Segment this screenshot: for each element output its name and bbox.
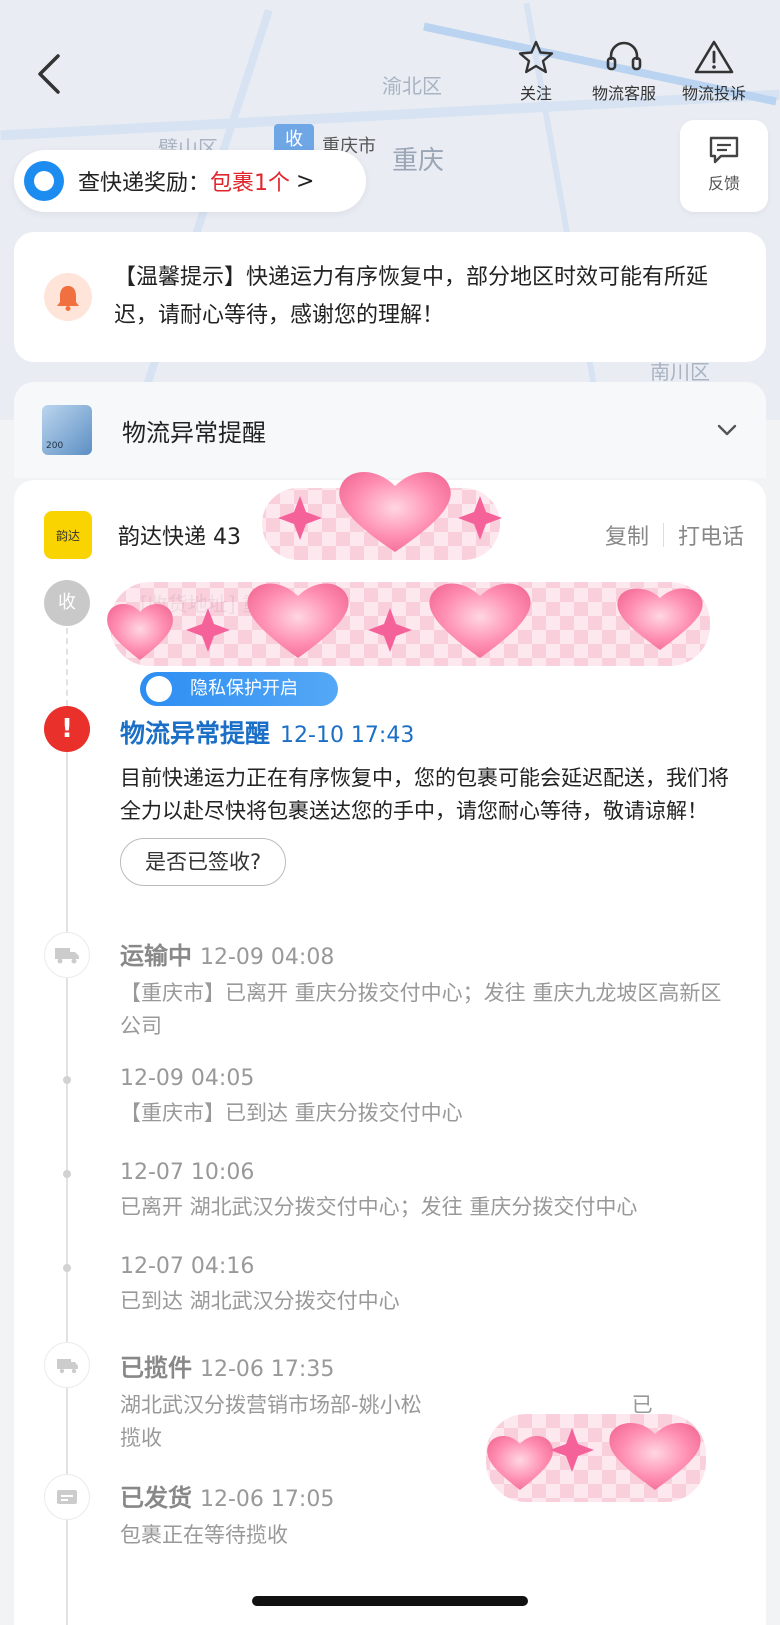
event-body: 湖北武汉分拨营销市场部-姚小松 已 揽收	[120, 1389, 730, 1455]
event-time: 12-07 10:06	[120, 1160, 255, 1185]
logistics-service-button[interactable]: 物流客服	[584, 40, 664, 104]
package-truck-icon	[44, 1342, 90, 1388]
lightning-icon	[146, 676, 172, 702]
event-item: 12-07 04:16 已到达 湖北武汉分拨交付中心	[120, 1254, 730, 1318]
signed-question-button[interactable]: 是否已签收?	[120, 838, 287, 886]
bell-icon	[44, 273, 92, 321]
feedback-label: 反馈	[707, 174, 740, 193]
product-thumbnail: 200	[42, 405, 92, 455]
notice-text: 【温馨提示】快递运力有序恢复中，部分地区时效可能有所延迟，请耐心等待，感谢您的理…	[114, 265, 709, 328]
privacy-protection-button[interactable]: 隐私保护开启	[140, 672, 338, 706]
event-header: 已揽件 12-06 17:35	[120, 1348, 730, 1383]
event-time: 12-09 04:05	[120, 1066, 255, 1091]
back-icon[interactable]	[30, 52, 70, 96]
yunda-logo: 韵达	[44, 511, 92, 559]
alert-section-title: 物流异常提醒	[122, 418, 266, 447]
event-header: 已发货 12-06 17:05	[120, 1478, 730, 1513]
receiver-badge: 收	[44, 580, 90, 626]
event-header: 运输中 12-09 04:08	[120, 936, 730, 971]
star-icon	[518, 40, 554, 74]
truck-icon	[44, 932, 90, 978]
courier-row: 韵达 韵达快递 43 复制 打电话	[44, 510, 744, 560]
courier-name-tracking: 韵达快递 43	[118, 525, 241, 550]
event-item: 12-07 10:06 已离开 湖北武汉分拨交付中心；发往 重庆分拨交付中心	[120, 1160, 730, 1224]
event-body: 已离开 湖北武汉分拨交付中心；发往 重庆分拨交付中心	[120, 1195, 638, 1219]
event-transit: 运输中 12-09 04:08 【重庆市】已离开 重庆分拨交付中心；发往 重庆九龙…	[120, 936, 730, 1043]
follow-button[interactable]: 关注	[496, 40, 576, 104]
event-status: 已揽件	[120, 1354, 192, 1382]
event-item: 12-09 04:05 【重庆市】已到达 重庆分拨交付中心	[120, 1066, 730, 1130]
receiver-row: 收 [收货地址] 重 隐私保护开启	[44, 580, 744, 710]
alert-event-time: 12-10 17:43	[280, 723, 415, 748]
headset-icon	[606, 41, 642, 71]
logistics-complaint-button[interactable]: 物流投诉	[674, 40, 754, 104]
map-label: 重庆	[392, 146, 445, 176]
alert-event-body: 目前快递运力正在有序恢复中，您的包裹可能会延迟配送，我们将全力以赴尽快将包裹送达…	[120, 766, 729, 823]
event-body: 已到达 湖北武汉分拨交付中心	[120, 1289, 400, 1313]
copy-button[interactable]: 复制	[591, 519, 663, 551]
event-time: 12-06 17:35	[200, 1357, 335, 1382]
event-body: 包裹正在等待揽收	[120, 1523, 288, 1547]
shipping-label-icon	[44, 1474, 90, 1520]
timeline-dot	[63, 1170, 71, 1178]
event-shipped: 已发货 12-06 17:05 包裹正在等待揽收	[120, 1478, 730, 1552]
top-bar: 关注 物流客服 物流投诉	[0, 0, 780, 120]
event-time: 12-06 17:05	[200, 1487, 335, 1512]
logistics-alert-header[interactable]: 200 物流异常提醒	[14, 382, 766, 478]
event-body: 【重庆市】已到达 重庆分拨交付中心	[120, 1101, 463, 1125]
timeline-dot	[63, 1264, 71, 1272]
timeline-dashed-line	[66, 628, 68, 706]
alert-event-status: 物流异常提醒	[120, 719, 271, 748]
privacy-label: 隐私保护开启	[190, 678, 298, 699]
message-icon	[709, 136, 739, 164]
alert-node-icon: !	[44, 706, 90, 752]
reward-highlight: 包裹1个	[210, 171, 291, 196]
event-picked-up: 已揽件 12-06 17:35 湖北武汉分拨营销市场部-姚小松 已 揽收	[120, 1348, 730, 1455]
event-body-line1: 湖北武汉分拨营销市场部-姚小松	[120, 1393, 422, 1417]
event-alert: 物流异常提醒 12-10 17:43 目前快递运力正在有序恢复中，您的包裹可能会延…	[120, 714, 730, 886]
feedback-button[interactable]: 反馈	[680, 120, 768, 212]
event-status: 已发货	[120, 1484, 192, 1512]
event-body: 【重庆市】已离开 重庆分拨交付中心；发往 重庆九龙坡区高新区公司	[120, 981, 722, 1038]
service-label: 物流客服	[591, 84, 656, 103]
event-time: 12-09 04:08	[200, 945, 335, 970]
follow-label: 关注	[519, 84, 552, 103]
home-indicator[interactable]	[252, 1596, 528, 1606]
reward-prefix: 查快递奖励：	[78, 171, 211, 196]
notice-card: 【温馨提示】快递运力有序恢复中，部分地区时效可能有所延迟，请耐心等待，感谢您的理…	[14, 232, 766, 362]
event-time: 12-07 04:16	[120, 1254, 255, 1279]
reward-logo-icon	[24, 161, 64, 201]
alert-event-header: 物流异常提醒 12-10 17:43	[120, 714, 730, 750]
thumbnail-caption: 200	[46, 441, 64, 451]
complaint-label: 物流投诉	[681, 84, 746, 103]
tracking-card: 韵达 韵达快递 43 复制 打电话 收 [收货地址] 重 隐私保护开启 ! 物流…	[14, 480, 766, 1625]
event-body-line2: 揽收	[120, 1426, 162, 1450]
call-button[interactable]: 打电话	[664, 519, 744, 551]
event-body-line1-suffix: 已	[631, 1393, 653, 1417]
reward-chevron: >	[296, 168, 315, 194]
timeline-dot	[63, 1076, 71, 1084]
chevron-down-icon[interactable]	[716, 423, 738, 437]
event-status: 运输中	[120, 942, 192, 970]
reward-banner[interactable]: 查快递奖励： 包裹1个 >	[14, 150, 366, 212]
warning-icon	[694, 40, 734, 74]
receiver-address: [收货地址] 重	[140, 592, 262, 616]
